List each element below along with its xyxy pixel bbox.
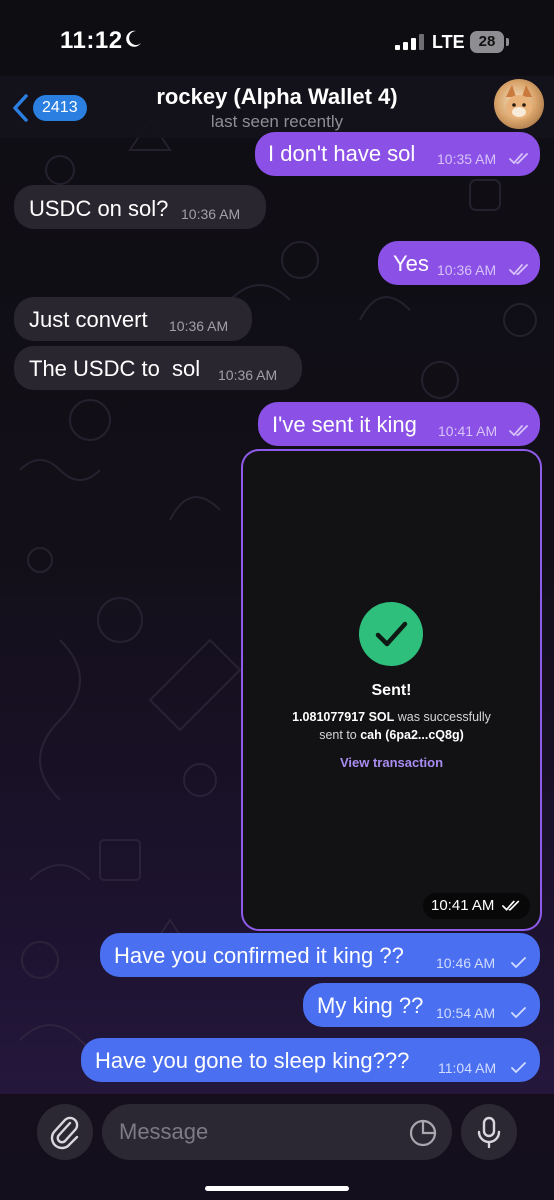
sent-to-text: sent to — [319, 728, 361, 742]
sent-amount-line: 1.081077917 SOL was successfully — [243, 710, 540, 724]
message-bubble-outgoing[interactable]: Have you confirmed it king ?? 10:46 AM — [100, 933, 540, 977]
message-time: 11:04 AM — [438, 1060, 497, 1076]
message-text: The USDC to sol — [29, 356, 201, 381]
message-text: Have you gone to sleep king??? — [95, 1048, 410, 1073]
status-bar: 11:12 LTE 28 — [0, 0, 554, 86]
message-bubble-outgoing[interactable]: Have you gone to sleep king??? 11:04 AM — [81, 1038, 540, 1082]
double-check-icon — [509, 153, 528, 165]
home-indicator — [205, 1186, 349, 1191]
message-text: I've sent it king — [272, 412, 417, 437]
image-time-badge: 10:41 AM — [423, 893, 530, 919]
message-time: 10:36 AM — [169, 318, 229, 334]
message-time: 10:35 AM — [437, 151, 497, 167]
message-time: 10:41 AM — [431, 897, 495, 914]
moon-icon — [126, 30, 141, 47]
double-check-icon — [509, 425, 528, 437]
check-icon — [511, 1007, 526, 1019]
message-input[interactable]: Message — [102, 1104, 452, 1160]
chat-header: 2413 rockey (Alpha Wallet 4) last seen r… — [0, 76, 554, 138]
message-bubble-outgoing[interactable]: Yes 10:36 AM — [378, 241, 540, 285]
message-placeholder: Message — [119, 1119, 209, 1144]
message-text: USDC on sol? — [29, 196, 169, 221]
message-text: Yes — [393, 251, 429, 276]
chat-subtitle: last seen recently — [210, 112, 344, 131]
double-check-icon — [509, 264, 528, 276]
message-text: Have you confirmed it king ?? — [114, 943, 404, 968]
signal-icon — [395, 34, 424, 50]
battery-level: 28 — [478, 33, 496, 50]
message-time: 10:41 AM — [438, 423, 498, 439]
success-check-badge — [359, 602, 423, 666]
attach-button[interactable] — [37, 1104, 93, 1160]
message-bubble-outgoing[interactable]: My king ?? 10:54 AM — [303, 983, 540, 1027]
message-text: My king ?? — [317, 993, 424, 1018]
sticker-icon[interactable] — [408, 1118, 438, 1148]
message-bubble-incoming[interactable]: The USDC to sol 10:36 AM — [14, 346, 302, 390]
double-check-icon — [501, 900, 519, 911]
view-transaction-link: View transaction — [339, 755, 444, 770]
transaction-screenshot-image[interactable]: Sent! 1.081077917 SOL was successfully s… — [243, 451, 540, 929]
network-type: LTE — [432, 32, 465, 52]
message-input-bar: Message — [0, 1094, 554, 1200]
message-time: 10:54 AM — [436, 1005, 496, 1021]
voice-record-button[interactable] — [461, 1104, 517, 1160]
message-time: 10:36 AM — [181, 206, 241, 222]
paperclip-icon — [50, 1116, 79, 1150]
check-icon — [511, 957, 526, 969]
check-icon — [375, 621, 408, 647]
chat-title[interactable]: rockey (Alpha Wallet 4) — [0, 84, 554, 110]
microphone-icon — [477, 1116, 501, 1149]
avatar[interactable] — [494, 79, 544, 129]
message-text: Just convert — [29, 307, 148, 332]
message-time: 10:36 AM — [437, 262, 497, 278]
avatar-image — [506, 85, 532, 119]
sent-recipient-line: sent to cah (6pa2...cQ8g) — [243, 728, 540, 742]
message-time: 10:46 AM — [436, 955, 496, 971]
message-bubble-incoming[interactable]: Just convert 10:36 AM — [14, 297, 252, 341]
message-bubble-outgoing[interactable]: I don't have sol 10:35 AM — [255, 132, 540, 176]
sent-text: was successfully — [394, 710, 491, 724]
sent-amount: 1.081077917 SOL — [292, 710, 395, 724]
message-bubble-incoming[interactable]: USDC on sol? 10:36 AM — [14, 185, 266, 229]
sent-recipient: cah (6pa2...cQ8g) — [360, 728, 464, 742]
sent-title: Sent! — [371, 682, 412, 699]
message-time: 10:36 AM — [218, 367, 278, 383]
message-text: I don't have sol — [268, 141, 416, 166]
battery-indicator: 28 — [470, 31, 510, 53]
status-time: 11:12 — [60, 27, 123, 54]
check-icon — [511, 1062, 526, 1074]
message-bubble-outgoing[interactable]: I've sent it king 10:41 AM — [258, 402, 540, 446]
